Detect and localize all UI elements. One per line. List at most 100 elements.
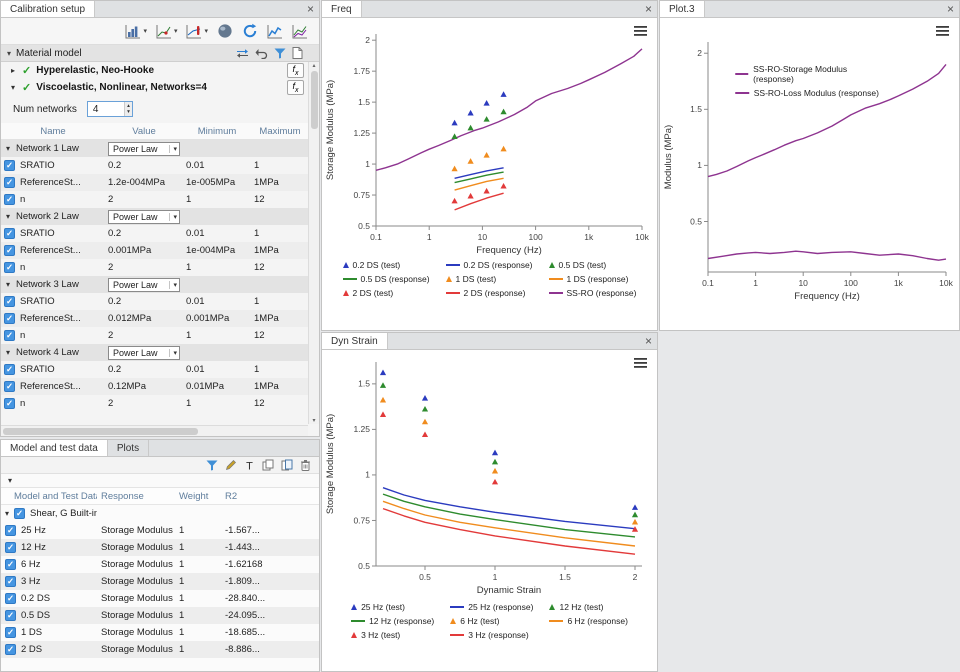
checkbox[interactable] [14, 508, 26, 519]
parameter-value[interactable]: 0.2 [105, 228, 183, 239]
fx-button[interactable]: fx [287, 80, 304, 95]
spinner-buttons[interactable]: ▴ ▾ [124, 102, 132, 116]
point-chart-tool-button[interactable]: ▾ [153, 20, 181, 42]
edit-data-button[interactable] [225, 454, 237, 476]
parameter-max[interactable]: 1MPa [251, 177, 309, 188]
checkbox[interactable] [4, 194, 15, 205]
delete-data-button[interactable] [300, 454, 311, 476]
copy-data-button[interactable] [262, 454, 274, 476]
data-group-row[interactable]: ▾ Shear, G Built-in ... [1, 505, 319, 522]
duplicate-data-button[interactable] [281, 454, 293, 476]
checkbox[interactable] [5, 559, 16, 570]
data-row[interactable]: 1 DS Storage Modulus 1 -18.685... [1, 624, 319, 641]
run-calibration-button[interactable] [239, 20, 261, 42]
parameter-min[interactable]: 0.01 [183, 160, 251, 171]
line-chart-tool-button[interactable] [264, 20, 286, 42]
model-row-hyperelastic[interactable]: ▸ ✓ Hyperelastic, Neo-Hooke fx [1, 62, 319, 79]
sphere-tool-button[interactable] [214, 20, 236, 42]
checkbox[interactable] [4, 364, 15, 375]
tab-dyn-strain[interactable]: Dyn Strain [322, 333, 388, 349]
checkbox[interactable] [5, 593, 16, 604]
parameter-max[interactable]: 1 [251, 228, 309, 239]
undo-button[interactable] [255, 42, 268, 64]
parameter-min[interactable]: 0.01 [183, 364, 251, 375]
parameter-min[interactable]: 1 [183, 398, 251, 409]
tab-plot3[interactable]: Plot.3 [660, 1, 705, 17]
histogram-tool-button[interactable]: ▾ [122, 20, 150, 42]
checkbox[interactable] [4, 228, 15, 239]
vertical-scrollbar[interactable]: ▴ ▾ [308, 62, 319, 424]
filter-button[interactable] [274, 42, 286, 64]
parameter-value[interactable]: 0.001MPa [105, 245, 183, 256]
chart-menu-icon[interactable] [936, 26, 949, 36]
parameter-value[interactable]: 2 [105, 330, 183, 341]
close-icon[interactable]: × [307, 2, 314, 16]
parameter-max[interactable]: 12 [251, 262, 309, 273]
swap-button[interactable] [236, 42, 249, 64]
parameter-min[interactable]: 0.001MPa [183, 313, 251, 324]
expander-icon[interactable]: ▾ [5, 509, 9, 518]
parameter-value[interactable]: 1.2e-004MPa [105, 177, 183, 188]
parameter-max[interactable]: 1MPa [251, 245, 309, 256]
parameter-max[interactable]: 1MPa [251, 381, 309, 392]
checkbox[interactable] [5, 610, 16, 621]
data-filter-row[interactable]: ▾ [1, 474, 319, 488]
tab-plots[interactable]: Plots [107, 440, 150, 456]
data-row[interactable]: 3 Hz Storage Modulus 1 -1.809... [1, 573, 319, 590]
expander-icon[interactable]: ▾ [4, 212, 12, 221]
expander-icon[interactable]: ▾ [4, 348, 12, 357]
checkbox[interactable] [5, 525, 16, 536]
parameter-min[interactable]: 0.01MPa [183, 381, 251, 392]
fx-button[interactable]: fx [287, 63, 304, 78]
scroll-up-icon[interactable]: ▴ [312, 62, 315, 69]
parameter-min[interactable]: 0.01 [183, 296, 251, 307]
expander-icon[interactable]: ▾ [4, 280, 12, 289]
law-dropdown[interactable]: Power Law ▾ [108, 141, 180, 156]
scrollbar-thumb[interactable] [310, 71, 318, 129]
checkbox[interactable] [4, 177, 15, 188]
material-model-header[interactable]: ▾ Material model [1, 45, 319, 62]
checkbox[interactable] [4, 262, 15, 273]
parameter-value[interactable]: 0.012MPa [105, 313, 183, 324]
filter-data-button[interactable] [206, 454, 218, 476]
close-icon[interactable]: × [645, 2, 652, 16]
checkbox[interactable] [4, 313, 15, 324]
tab-calibration-setup[interactable]: Calibration setup [1, 1, 96, 17]
thermo-chart-tool-button[interactable]: ▾ [183, 20, 211, 42]
law-dropdown[interactable]: Power Law ▾ [108, 345, 180, 360]
parameter-max[interactable]: 1 [251, 364, 309, 375]
tab-model-and-test-data[interactable]: Model and test data [1, 440, 108, 456]
parameter-max[interactable]: 1 [251, 296, 309, 307]
scroll-down-icon[interactable]: ▾ [312, 417, 315, 424]
parameter-max[interactable]: 1 [251, 160, 309, 171]
parameter-max[interactable]: 12 [251, 398, 309, 409]
text-tool-button[interactable]: T [244, 454, 255, 476]
law-dropdown[interactable]: Power Law ▾ [108, 209, 180, 224]
horizontal-scrollbar[interactable] [1, 425, 308, 436]
close-icon[interactable]: × [947, 2, 954, 16]
parameter-value[interactable]: 2 [105, 262, 183, 273]
parameter-value[interactable]: 0.2 [105, 364, 183, 375]
data-row[interactable]: 0.5 DS Storage Modulus 1 -24.095... [1, 607, 319, 624]
close-icon[interactable]: × [645, 334, 652, 348]
checkbox[interactable] [5, 542, 16, 553]
tab-freq[interactable]: Freq [322, 1, 362, 17]
checkbox[interactable] [4, 330, 15, 341]
parameter-max[interactable]: 1MPa [251, 313, 309, 324]
parameter-value[interactable]: 2 [105, 194, 183, 205]
parameter-min[interactable]: 1e-005MPa [183, 177, 251, 188]
chart-menu-icon[interactable] [634, 358, 647, 368]
checkbox[interactable] [4, 245, 15, 256]
data-row[interactable]: 2 DS Storage Modulus 1 -8.886... [1, 641, 319, 658]
num-networks-input[interactable]: 4 ▴ ▾ [86, 101, 133, 117]
parameter-max[interactable]: 12 [251, 330, 309, 341]
parameter-min[interactable]: 1 [183, 194, 251, 205]
checkbox[interactable] [4, 160, 15, 171]
law-dropdown[interactable]: Power Law ▾ [108, 277, 180, 292]
parameter-min[interactable]: 0.01 [183, 228, 251, 239]
parameter-min[interactable]: 1e-004MPa [183, 245, 251, 256]
export-page-button[interactable] [292, 42, 303, 64]
checkbox[interactable] [4, 381, 15, 392]
multi-chart-tool-button[interactable] [289, 20, 311, 42]
data-row[interactable]: 6 Hz Storage Modulus 1 -1.62168 [1, 556, 319, 573]
